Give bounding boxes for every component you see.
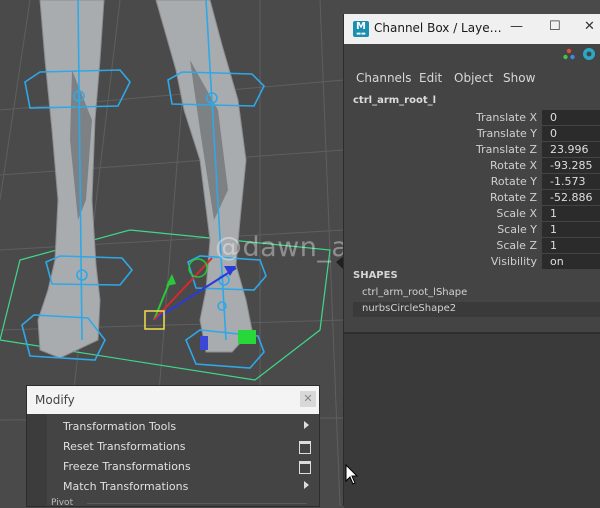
maximize-icon[interactable]: ☐: [549, 19, 561, 34]
modify-menu-title: Modify: [35, 393, 75, 407]
channel-box-window: M ▬▬ Channel Box / Laye… — ☐ ✕ Channels E…: [344, 14, 600, 508]
shapes-header: SHAPES: [353, 270, 398, 281]
channel-box-title: Channel Box / Laye…: [374, 21, 502, 35]
attr-label[interactable]: Translate Z: [476, 143, 537, 156]
minimize-icon[interactable]: —: [510, 19, 523, 34]
channel-box-tool-icon[interactable]: [562, 47, 576, 61]
option-box-icon[interactable]: [299, 461, 311, 474]
attr-label[interactable]: Rotate Z: [490, 191, 537, 204]
attr-value-field[interactable]: 1: [542, 222, 600, 237]
menu-item-label: Transformation Tools: [63, 420, 177, 433]
channel-box-titlebar[interactable]: M ▬▬ Channel Box / Laye… — ☐ ✕: [344, 14, 600, 44]
attr-label[interactable]: Rotate X: [490, 159, 537, 172]
section-divider: [87, 503, 307, 504]
attr-rotate-x: Rotate X -93.285: [344, 158, 600, 174]
menu-gutter: [27, 414, 47, 506]
help-icon[interactable]: [582, 47, 596, 61]
menu-edit[interactable]: Edit: [419, 71, 442, 85]
menu-item-label: Match Transformations: [63, 480, 189, 493]
attr-rotate-z: Rotate Z -52.886: [344, 190, 600, 206]
close-icon[interactable]: ✕: [300, 391, 316, 407]
attr-label[interactable]: Translate X: [476, 111, 537, 124]
attr-scale-x: Scale X 1: [344, 206, 600, 222]
attr-value-field[interactable]: -1.573: [542, 174, 600, 189]
attr-label[interactable]: Rotate Y: [491, 175, 537, 188]
submenu-arrow-icon: [304, 481, 309, 489]
option-box-icon[interactable]: [299, 441, 311, 454]
attr-value-field[interactable]: 0: [542, 110, 600, 125]
mouse-cursor-icon: [345, 464, 359, 485]
attr-label[interactable]: Scale Z: [496, 239, 537, 252]
menu-show[interactable]: Show: [503, 71, 535, 85]
attr-translate-z: Translate Z 23.996: [344, 142, 600, 158]
modify-menu-titlebar[interactable]: Modify ✕: [27, 386, 319, 414]
attr-scale-y: Scale Y 1: [344, 222, 600, 238]
attr-rotate-y: Rotate Y -1.573: [344, 174, 600, 190]
attr-value-field[interactable]: -52.886: [542, 190, 600, 205]
attr-label[interactable]: Scale Y: [497, 223, 537, 236]
channel-box-menubar: Channels Edit Object Show: [344, 66, 600, 90]
attr-value-field[interactable]: -93.285: [542, 158, 600, 173]
attr-visibility: Visibility on: [344, 254, 600, 270]
section-label-pivot: Pivot: [51, 498, 74, 506]
attr-label[interactable]: Scale X: [496, 207, 537, 220]
shape-label: nurbsCircleShape2: [362, 303, 457, 314]
menu-item-match-transformations[interactable]: Match Transformations: [47, 477, 319, 497]
attr-translate-y: Translate Y 0: [344, 126, 600, 142]
maya-logo-icon: M ▬▬: [353, 21, 369, 37]
menu-item-label: Freeze Transformations: [63, 460, 191, 473]
submenu-arrow-icon: [304, 421, 309, 429]
attr-value-field[interactable]: 1: [542, 238, 600, 253]
attr-value-field[interactable]: 1: [542, 206, 600, 221]
menu-item-label: Reset Transformations: [63, 440, 186, 453]
attr-value-field[interactable]: on: [542, 254, 600, 269]
attr-scale-z: Scale Z 1: [344, 238, 600, 254]
menu-item-transformation-tools[interactable]: Transformation Tools: [47, 417, 319, 437]
attr-translate-x: Translate X 0: [344, 110, 600, 126]
menu-object[interactable]: Object: [454, 71, 493, 85]
menu-item-reset-transformations[interactable]: Reset Transformations: [47, 437, 319, 457]
menu-channels[interactable]: Channels: [356, 71, 412, 85]
attr-label[interactable]: Translate Y: [477, 127, 537, 140]
node-name[interactable]: ctrl_arm_root_l: [353, 95, 436, 106]
attr-value-field[interactable]: 0: [542, 126, 600, 141]
attr-label[interactable]: Visibility: [491, 255, 537, 268]
modify-menu-window: Modify ✕ Transformation Tools Reset Tran…: [27, 386, 319, 506]
attr-value-field[interactable]: 23.996: [542, 142, 600, 157]
close-icon[interactable]: ✕: [584, 19, 595, 34]
channel-box-toolbar: [344, 44, 600, 66]
layer-editor-area[interactable]: [344, 332, 600, 508]
shape-label: ctrl_arm_root_lShape: [362, 287, 468, 298]
shape-item[interactable]: ctrl_arm_root_lShape: [353, 286, 600, 301]
menu-item-freeze-transformations[interactable]: Freeze Transformations: [47, 457, 319, 477]
shape-item[interactable]: nurbsCircleShape2: [353, 302, 600, 317]
